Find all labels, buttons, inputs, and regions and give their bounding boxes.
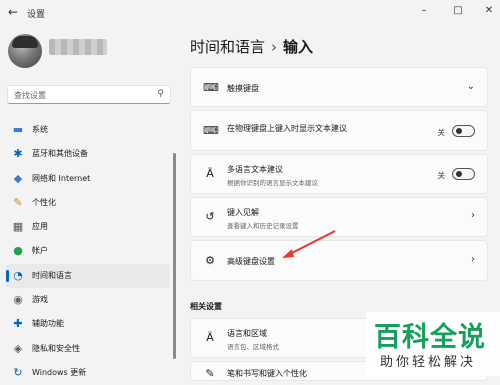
watermark: 百科全说 助你轻松解决	[366, 312, 500, 376]
related-settings-heading: 相关设置	[190, 302, 222, 311]
watermark-main-text: 百科全说	[374, 322, 486, 353]
pen-typing-title: 笔和书写和键入个性化	[227, 369, 307, 378]
pen-icon: ✎	[205, 367, 215, 380]
language-region-title: 语言和区域	[227, 329, 267, 338]
watermark-sub-text: 助你轻松解决	[380, 355, 477, 370]
language-region-subtitle: 语言包、区域格式	[227, 343, 279, 351]
language-icon: Ä	[206, 331, 214, 344]
